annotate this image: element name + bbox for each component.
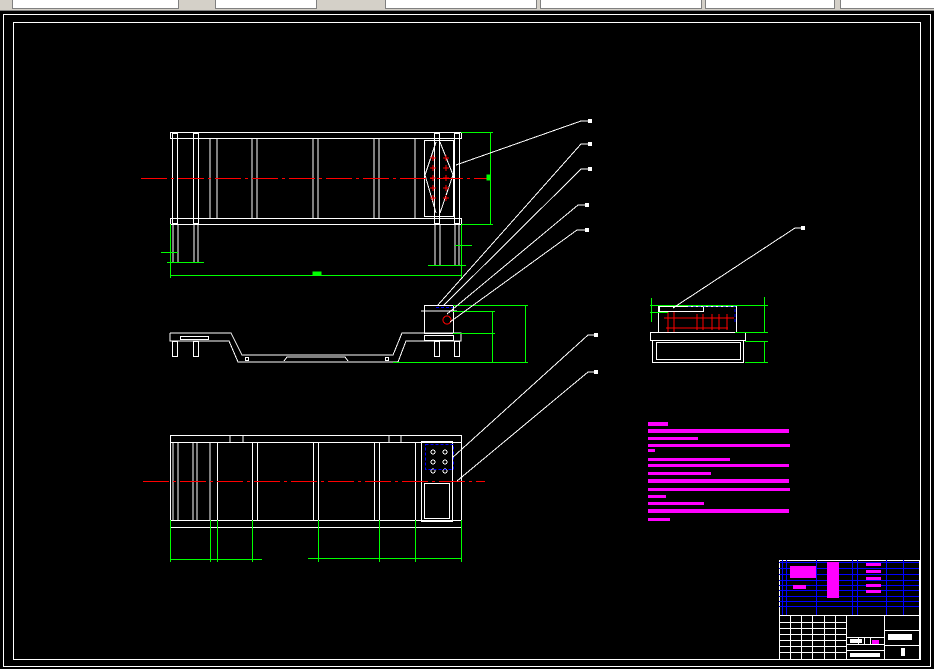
title-block [779, 560, 920, 660]
linetype-dropdown[interactable] [540, 0, 702, 9]
front-view [170, 132, 462, 265]
end-view [650, 306, 746, 363]
cad-toolbar [0, 0, 934, 11]
side-view [169, 305, 462, 363]
layer-dropdown[interactable] [12, 0, 179, 9]
color-dropdown[interactable] [385, 0, 537, 9]
part-leaders [436, 119, 805, 482]
drawing-frame [13, 22, 921, 660]
drawing-canvas[interactable] [0, 11, 934, 669]
side-dimensions [393, 305, 528, 363]
lineweight-dropdown[interactable] [705, 0, 835, 9]
end-view-bolts [664, 312, 734, 332]
top-hidden-box [425, 444, 454, 470]
plotstyle-dropdown[interactable] [840, 0, 934, 9]
side-bolt-mark [442, 315, 452, 325]
top-dimensions [170, 520, 462, 562]
technical-notes [648, 422, 790, 521]
style-dropdown[interactable] [215, 0, 317, 9]
